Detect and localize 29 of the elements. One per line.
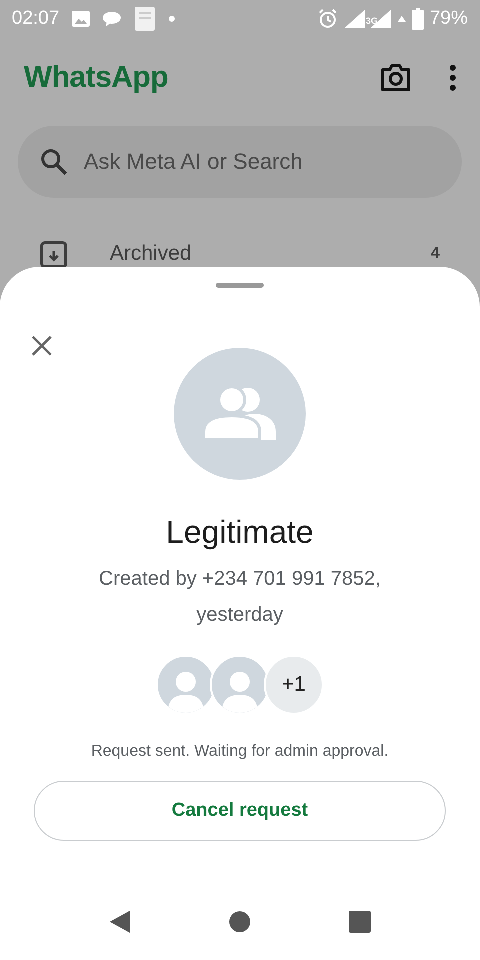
request-status: Request sent. Waiting for admin approval. (91, 743, 389, 761)
image-icon (72, 11, 90, 27)
archived-label[interactable]: Archived (110, 242, 192, 266)
dot-icon (168, 15, 176, 23)
drag-handle[interactable] (216, 283, 264, 288)
network-type: 3G (366, 16, 378, 26)
app-logo: WhatsApp (24, 61, 168, 95)
home-icon[interactable] (229, 911, 251, 933)
battery-icon (412, 8, 424, 30)
archived-count: 4 (431, 245, 440, 263)
more-members-badge: +1 (264, 655, 324, 715)
upload-arrow-icon (398, 15, 406, 23)
close-icon (30, 334, 54, 358)
group-creator-info: Created by +234 701 991 7852, yesterday (98, 567, 382, 628)
back-icon[interactable] (109, 910, 131, 934)
camera-icon[interactable] (380, 64, 412, 92)
group-name: Legitimate (166, 514, 314, 551)
search-field[interactable]: Ask Meta AI or Search (18, 126, 462, 198)
battery-level: 79% (430, 8, 468, 30)
status-time: 02:07 (12, 8, 60, 30)
alarm-icon (318, 9, 338, 29)
close-button[interactable] (30, 334, 54, 358)
archive-icon[interactable] (40, 239, 68, 269)
more-options-icon[interactable] (450, 65, 456, 91)
chat-bubbles-icon (102, 10, 122, 28)
book-icon (134, 6, 156, 32)
search-icon (40, 148, 68, 176)
cancel-request-button[interactable]: Cancel request (34, 781, 446, 841)
signal-icon (344, 9, 366, 29)
